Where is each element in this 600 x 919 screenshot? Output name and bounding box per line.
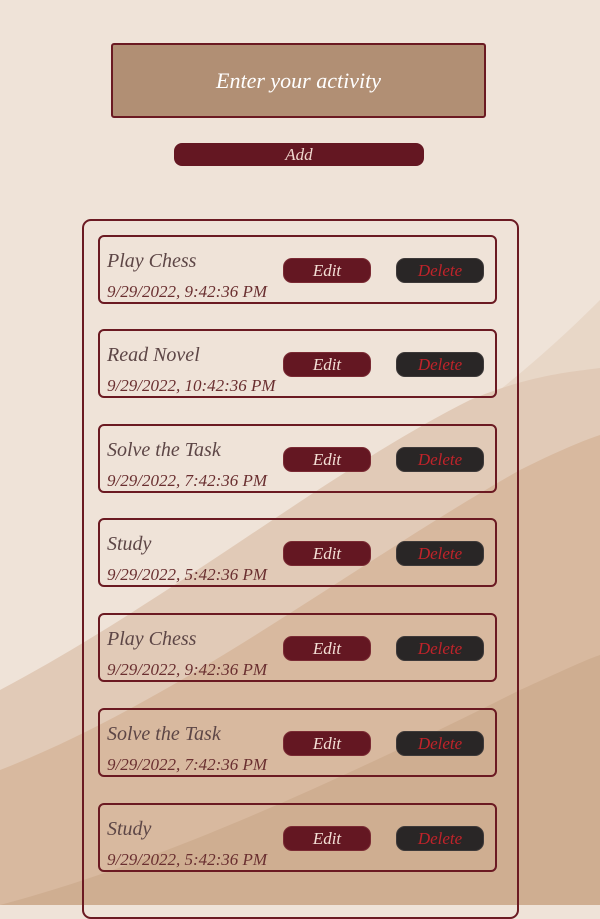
edit-button[interactable]: Edit xyxy=(283,258,371,283)
task-item: Play Chess 9/29/2022, 9:42:36 PM Edit De… xyxy=(98,613,497,682)
task-timestamp: 9/29/2022, 9:42:36 PM xyxy=(107,282,268,301)
edit-button[interactable]: Edit xyxy=(283,731,371,756)
task-item: Study 9/29/2022, 5:42:36 PM Edit Delete xyxy=(98,518,497,587)
task-item: Play Chess 9/29/2022, 9:42:36 PM Edit De… xyxy=(98,235,497,304)
edit-button[interactable]: Edit xyxy=(283,636,371,661)
delete-button[interactable]: Delete xyxy=(396,826,484,851)
delete-button[interactable]: Delete xyxy=(396,352,484,377)
task-item: Study 9/29/2022, 5:42:36 PM Edit Delete xyxy=(98,803,497,872)
task-item: Solve the Task 9/29/2022, 7:42:36 PM Edi… xyxy=(98,424,497,493)
delete-button[interactable]: Delete xyxy=(396,447,484,472)
add-button[interactable]: Add xyxy=(174,143,424,166)
activity-input[interactable] xyxy=(111,43,486,118)
delete-button[interactable]: Delete xyxy=(396,731,484,756)
edit-button[interactable]: Edit xyxy=(283,541,371,566)
task-timestamp: 9/29/2022, 5:42:36 PM xyxy=(107,565,268,584)
task-name: Study xyxy=(107,533,152,555)
task-timestamp: 9/29/2022, 7:42:36 PM xyxy=(107,471,268,490)
task-timestamp: 9/29/2022, 7:42:36 PM xyxy=(107,755,268,774)
task-list: Play Chess 9/29/2022, 9:42:36 PM Edit De… xyxy=(82,219,519,919)
task-timestamp: 9/29/2022, 9:42:36 PM xyxy=(107,660,268,679)
todo-app: Add Play Chess 9/29/2022, 9:42:36 PM Edi… xyxy=(0,0,600,919)
task-name: Solve the Task xyxy=(107,439,221,461)
task-name: Study xyxy=(107,818,152,840)
edit-button[interactable]: Edit xyxy=(283,352,371,377)
edit-button[interactable]: Edit xyxy=(283,447,371,472)
task-item: Read Novel 9/29/2022, 10:42:36 PM Edit D… xyxy=(98,329,497,398)
edit-button[interactable]: Edit xyxy=(283,826,371,851)
task-name: Play Chess xyxy=(107,250,197,272)
task-item: Solve the Task 9/29/2022, 7:42:36 PM Edi… xyxy=(98,708,497,777)
task-timestamp: 9/29/2022, 10:42:36 PM xyxy=(107,376,276,395)
task-name: Play Chess xyxy=(107,628,197,650)
task-name: Solve the Task xyxy=(107,723,221,745)
task-name: Read Novel xyxy=(107,344,200,366)
task-timestamp: 9/29/2022, 5:42:36 PM xyxy=(107,850,268,869)
delete-button[interactable]: Delete xyxy=(396,636,484,661)
delete-button[interactable]: Delete xyxy=(396,258,484,283)
delete-button[interactable]: Delete xyxy=(396,541,484,566)
